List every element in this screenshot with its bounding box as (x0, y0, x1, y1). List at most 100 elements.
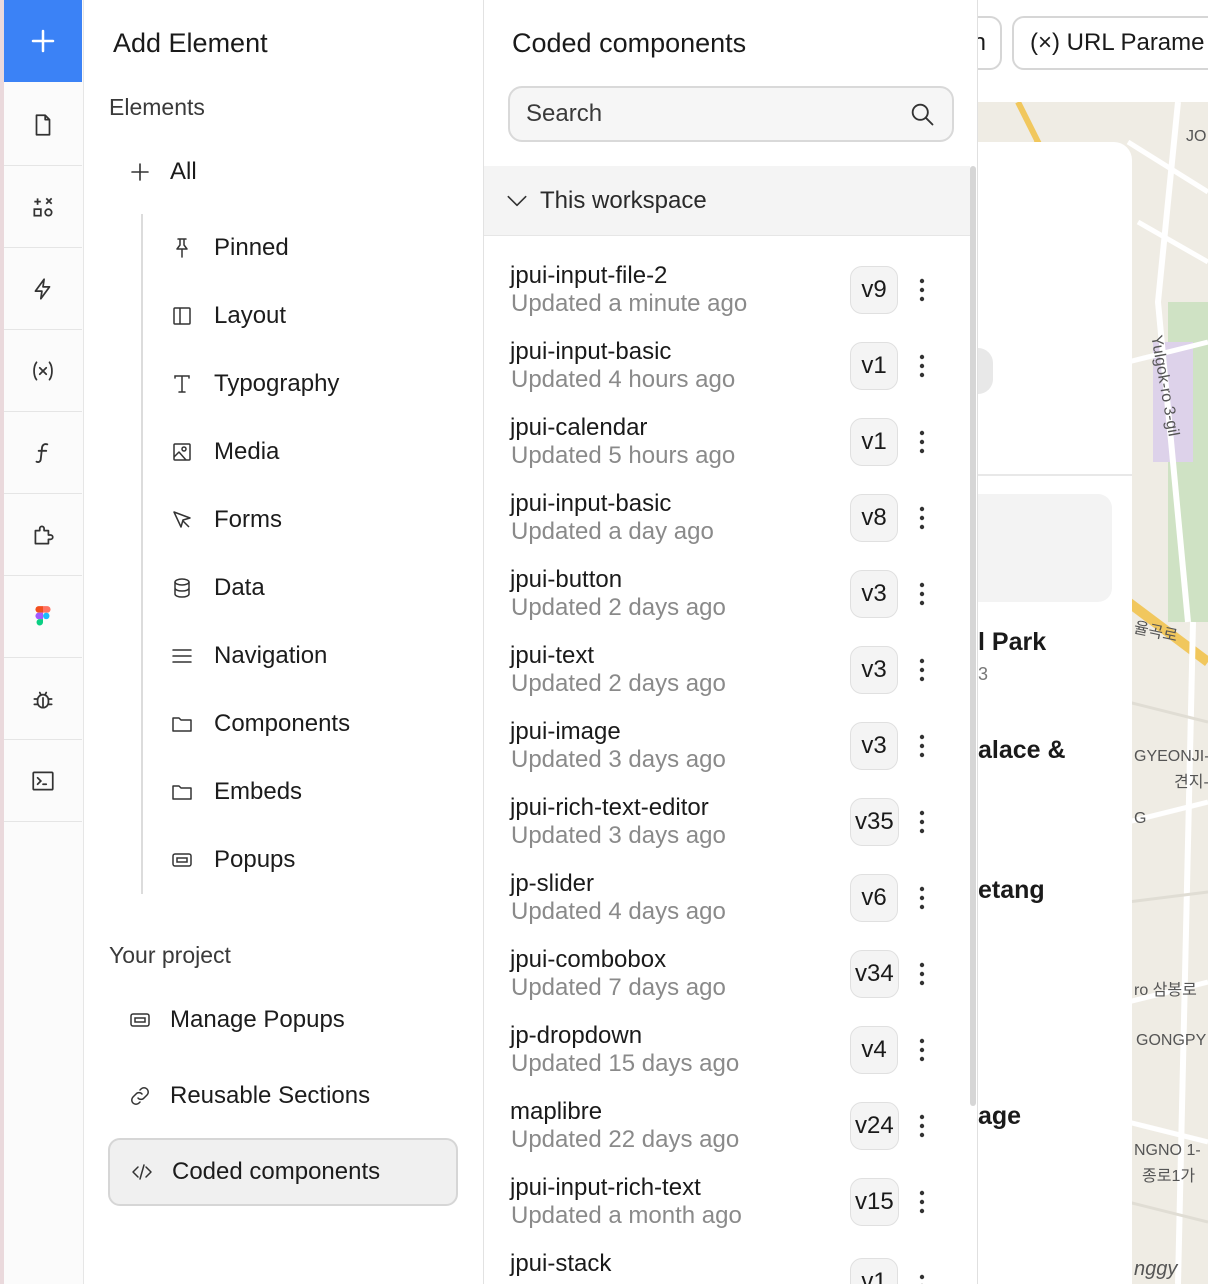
category-popups[interactable]: Popups (170, 838, 295, 882)
version-badge: v9 (850, 266, 898, 314)
category-data[interactable]: Data (170, 566, 265, 610)
list-item[interactable]: jpui-stack v1 (484, 1244, 970, 1284)
component-name: jpui-input-basic (510, 338, 672, 365)
url-parameters-tab[interactable]: (×) URL Parame (1012, 16, 1208, 70)
more-options-button[interactable] (910, 272, 934, 308)
reusable-sections-item[interactable]: Reusable Sections (108, 1062, 458, 1130)
list-item[interactable]: jpui-input-file-2 Updated a minute ago v… (484, 256, 970, 332)
plugins-button[interactable] (4, 494, 82, 576)
component-updated: Updated 22 days ago (511, 1126, 740, 1153)
card-text: etang (978, 876, 1045, 904)
search-box[interactable] (508, 86, 954, 142)
component-name: jpui-input-rich-text (510, 1174, 701, 1201)
card-text: alace & (978, 736, 1066, 764)
coded-components-item[interactable]: Coded components (108, 1138, 458, 1206)
more-options-button[interactable] (910, 880, 934, 916)
more-options-button[interactable] (910, 728, 934, 764)
more-options-button[interactable] (910, 500, 934, 536)
more-options-button[interactable] (910, 1184, 934, 1220)
kebab-icon (919, 506, 925, 530)
list-item[interactable]: jpui-calendar Updated 5 hours ago v1 (484, 408, 970, 484)
terminal-button[interactable] (4, 740, 82, 822)
card-pill (978, 348, 993, 394)
more-options-button[interactable] (910, 1032, 934, 1068)
kebab-icon (919, 1038, 925, 1062)
category-media[interactable]: Media (170, 430, 279, 474)
kebab-icon (919, 1114, 925, 1138)
map-label: GONGPY (1136, 1032, 1207, 1049)
workspace-section-header[interactable]: This workspace (484, 166, 970, 236)
version-badge: v3 (850, 570, 898, 618)
component-name: maplibre (510, 1098, 603, 1125)
list-item[interactable]: maplibre Updated 22 days ago v24 (484, 1092, 970, 1168)
more-options-button[interactable] (910, 424, 934, 460)
more-options-button[interactable] (910, 576, 934, 612)
search-icon[interactable] (908, 100, 936, 128)
list-item[interactable]: jp-slider Updated 4 days ago v6 (484, 864, 970, 940)
category-label: Typography (214, 370, 340, 397)
function-icon (35, 442, 49, 463)
map-label: 종로1가 (1142, 1168, 1196, 1185)
all-elements-item[interactable]: All (128, 152, 197, 192)
search-input[interactable] (526, 100, 908, 128)
version-badge: v4 (850, 1026, 898, 1074)
list-item[interactable]: jpui-button Updated 2 days ago v3 (484, 560, 970, 636)
list-item[interactable]: jpui-input-basic Updated a day ago v8 (484, 484, 970, 560)
component-updated: Updated 3 days ago (511, 746, 726, 773)
tab-label: n (978, 29, 986, 57)
elements-section-label: Elements (109, 94, 205, 120)
version-badge: v1 (850, 342, 898, 390)
functions-button[interactable] (4, 412, 82, 494)
more-options-button[interactable] (910, 804, 934, 840)
category-label: Media (214, 438, 280, 465)
code-icon (132, 1164, 152, 1180)
list-item[interactable]: jpui-input-basic Updated 4 hours ago v1 (484, 332, 970, 408)
debug-button[interactable] (4, 658, 82, 740)
more-options-button[interactable] (910, 652, 934, 688)
manage-popups-item[interactable]: Manage Popups (108, 986, 458, 1054)
component-name: jpui-button (510, 566, 623, 593)
list-item[interactable]: jpui-text Updated 2 days ago v3 (484, 636, 970, 712)
add-element-panel: Add Element Elements All Pinned Layout T… (84, 0, 484, 1284)
kebab-icon (919, 354, 925, 378)
list-item[interactable]: jpui-rich-text-editor Updated 3 days ago… (484, 788, 970, 864)
add-button[interactable] (4, 0, 82, 82)
category-typography[interactable]: Typography (170, 362, 339, 406)
category-components[interactable]: Components (170, 702, 350, 746)
figma-button[interactable] (4, 576, 82, 658)
more-options-button[interactable] (910, 348, 934, 384)
list-item[interactable]: jpui-image Updated 3 days ago v3 (484, 712, 970, 788)
more-options-button[interactable] (910, 956, 934, 992)
card-text: l Park (978, 628, 1047, 656)
map-label: JO (1186, 128, 1207, 145)
figma-icon (35, 605, 51, 625)
category-forms[interactable]: Forms (170, 498, 282, 542)
component-name: jpui-combobox (510, 946, 667, 973)
category-embeds[interactable]: Embeds (170, 770, 302, 814)
all-label: All (170, 158, 197, 185)
widgets-button[interactable] (4, 166, 82, 248)
list-item[interactable]: jpui-input-rich-text Updated a month ago… (484, 1168, 970, 1244)
scrollbar[interactable] (970, 166, 976, 1106)
interactions-button[interactable] (4, 248, 82, 330)
list-item[interactable]: jp-dropdown Updated 15 days ago v4 (484, 1016, 970, 1092)
layout-icon (173, 307, 191, 325)
category-pinned[interactable]: Pinned (170, 226, 289, 270)
component-name: jpui-calendar (510, 414, 648, 441)
more-options-button[interactable] (910, 1268, 934, 1284)
more-options-button[interactable] (910, 1108, 934, 1144)
variable-icon (33, 360, 53, 381)
coded-panel-title: Coded components (512, 28, 747, 58)
map-label: NGNO 1- (1134, 1142, 1201, 1159)
tree-line (141, 214, 143, 894)
category-label: Layout (214, 302, 287, 329)
pages-button[interactable] (4, 84, 82, 166)
category-navigation[interactable]: Navigation (170, 634, 327, 678)
hidden-tab[interactable]: n (978, 16, 1002, 70)
icon-rail (0, 0, 84, 1284)
variables-button[interactable] (4, 330, 82, 412)
page-card: l Park 3 alace & etang age (978, 142, 1132, 1284)
list-item[interactable]: jpui-combobox Updated 7 days ago v34 (484, 940, 970, 1016)
category-layout[interactable]: Layout (170, 294, 286, 338)
kebab-icon (919, 658, 925, 682)
